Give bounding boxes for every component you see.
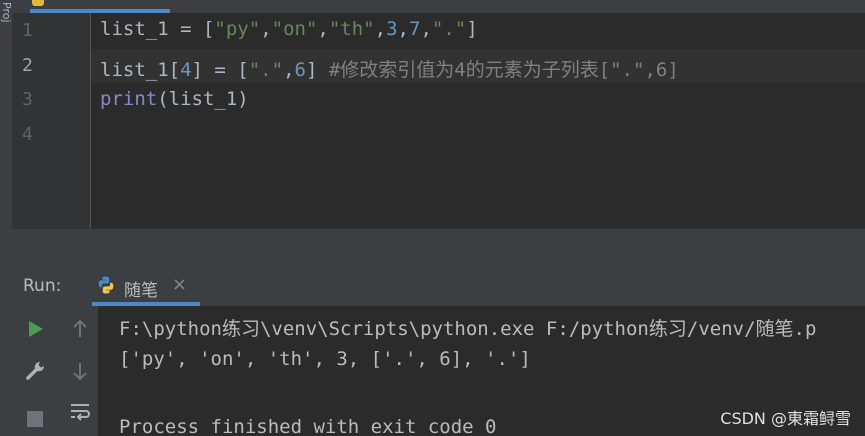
line-number: 4: [22, 124, 33, 145]
console-exit-line: Process finished with exit code 0: [119, 416, 497, 436]
soft-wrap-icon[interactable]: [67, 398, 93, 424]
wrench-icon[interactable]: [22, 358, 48, 384]
code-line-1[interactable]: list_1 = ["py","on","th",3,7,"."]: [100, 18, 478, 40]
code-line-3[interactable]: print(list_1): [100, 88, 249, 110]
stop-icon[interactable]: [22, 406, 48, 432]
run-label: Run:: [23, 276, 62, 296]
arrow-down-icon[interactable]: [67, 358, 93, 384]
console-output-line: ['py', 'on', 'th', 3, ['.', 6], '.']: [119, 348, 531, 370]
python-file-icon: [32, 0, 44, 6]
line-number: 1: [22, 20, 33, 41]
line-number-current: 2: [22, 55, 33, 76]
rerun-play-icon[interactable]: [22, 316, 48, 342]
run-tab-label: 随笔: [124, 281, 158, 301]
run-tool-window-header: Run: 随笔 ×: [12, 264, 865, 306]
editor-panel-separator: [12, 228, 865, 265]
run-toolbar: [12, 306, 99, 436]
line-number-gutter: 1 2 3 4: [12, 13, 91, 228]
code-editor[interactable]: 1 2 3 4 list_1 = ["py","on","th",3,7,"."…: [12, 0, 865, 228]
arrow-up-icon[interactable]: [67, 316, 93, 342]
python-logo-icon: [98, 276, 114, 294]
code-line-2[interactable]: list_1[4] = [".",6] #修改索引值为4的元素为子列表[".",…: [100, 55, 679, 82]
csdn-watermark: CSDN @東霜鲟雪: [720, 409, 851, 428]
run-tab[interactable]: 随笔 ×: [92, 264, 200, 306]
editor-tab-strip: [12, 0, 865, 13]
project-sidebar-label[interactable]: Proj: [0, 2, 13, 23]
console-command-line: F:\python练习\venv\Scripts\python.exe F:/p…: [119, 318, 817, 340]
close-icon[interactable]: ×: [172, 274, 187, 295]
code-comment: #修改索引值为4的元素为子列表[".",6]: [328, 59, 679, 81]
line-number: 3: [22, 89, 33, 110]
